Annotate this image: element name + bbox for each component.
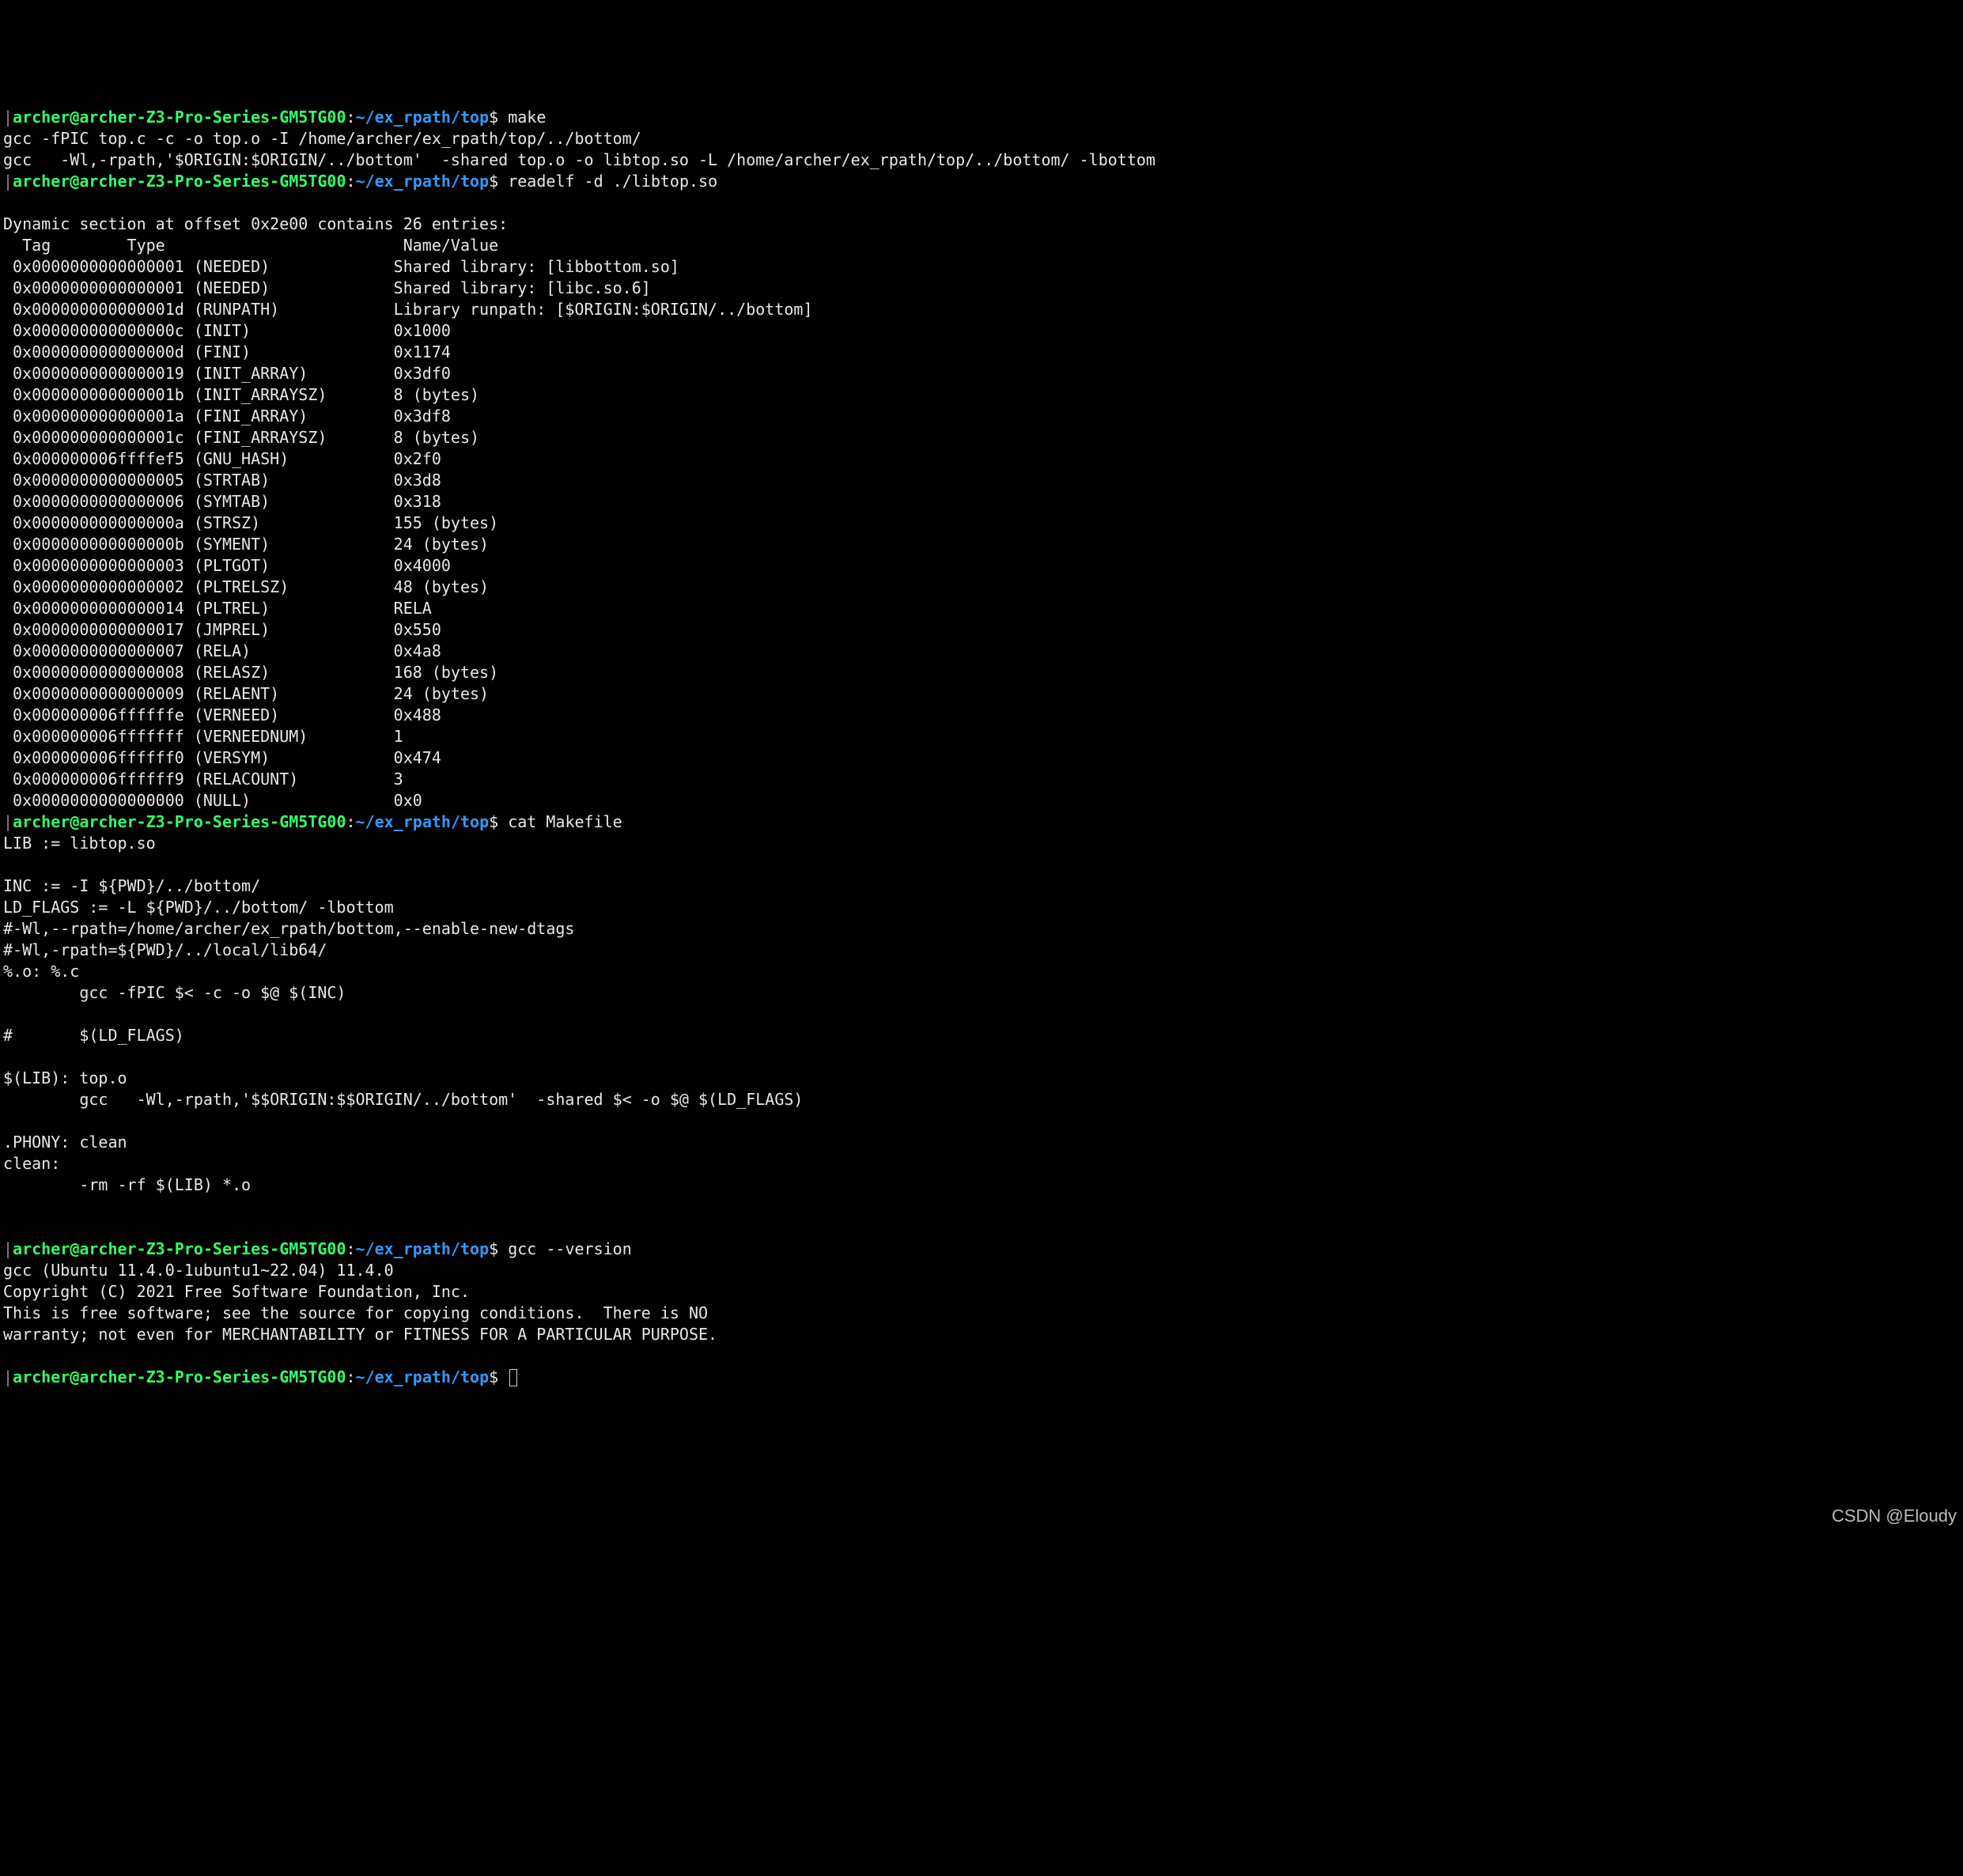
prompt-path: ~/ex_rpath/top [356, 172, 490, 191]
makefile-line: %.o: %.c [3, 962, 79, 981]
readelf-row: 0x0000000000000006 (SYMTAB) 0x318 [3, 492, 441, 511]
prompt-dollar: $ [489, 172, 498, 191]
prompt-sep: : [346, 1367, 355, 1386]
readelf-row: 0x000000006ffffff0 (VERSYM) 0x474 [3, 748, 441, 767]
cursor[interactable] [509, 1369, 517, 1386]
prompt-sep: : [346, 1239, 355, 1258]
readelf-row: 0x000000000000000d (FINI) 0x1174 [3, 342, 451, 361]
readelf-row: 0x000000006ffffff9 (RELACOUNT) 3 [3, 770, 403, 789]
readelf-row: 0x000000000000000c (INIT) 0x1000 [3, 321, 451, 340]
prompt-marker: | [3, 812, 13, 831]
readelf-columns: Tag Type Name/Value [3, 236, 498, 255]
prompt-path: ~/ex_rpath/top [356, 812, 490, 831]
gcc-version-line: Copyright (C) 2021 Free Software Foundat… [3, 1282, 470, 1301]
prompt-dollar: $ [489, 1367, 498, 1386]
prompt-path: ~/ex_rpath/top [356, 108, 490, 127]
readelf-row: 0x000000000000001c (FINI_ARRAYSZ) 8 (byt… [3, 428, 479, 447]
readelf-row: 0x000000006ffffef5 (GNU_HASH) 0x2f0 [3, 449, 441, 468]
prompt-marker: | [3, 108, 13, 127]
makefile-line: gcc -fPIC $< -c -o $@ $(INC) [3, 983, 346, 1002]
readelf-row: 0x0000000000000005 (STRTAB) 0x3d8 [3, 471, 441, 490]
make-output-line1: gcc -fPIC top.c -c -o top.o -I /home/arc… [3, 129, 641, 148]
gcc-version-line: This is free software; see the source fo… [3, 1303, 708, 1322]
readelf-row: 0x000000000000000a (STRSZ) 155 (bytes) [3, 513, 498, 532]
makefile-line: LIB := libtop.so [3, 834, 156, 853]
makefile-line: #-Wl,--rpath=/home/archer/ex_rpath/botto… [3, 919, 574, 938]
command-make: make [508, 108, 546, 127]
readelf-row: 0x0000000000000008 (RELASZ) 168 (bytes) [3, 663, 498, 682]
makefile-line: $(LIB): top.o [3, 1068, 127, 1087]
makefile-line: clean: [3, 1154, 60, 1173]
readelf-row: 0x0000000000000007 (RELA) 0x4a8 [3, 641, 441, 660]
readelf-row: 0x0000000000000000 (NULL) 0x0 [3, 791, 422, 810]
readelf-header: Dynamic section at offset 0x2e00 contain… [3, 214, 508, 233]
readelf-row: 0x0000000000000019 (INIT_ARRAY) 0x3df0 [3, 364, 451, 383]
prompt-path: ~/ex_rpath/top [356, 1367, 490, 1386]
prompt-marker: | [3, 172, 13, 191]
readelf-row: 0x000000000000001b (INIT_ARRAYSZ) 8 (byt… [3, 385, 479, 404]
makefile-line: gcc -Wl,-rpath,'$$ORIGIN:$$ORIGIN/../bot… [3, 1090, 803, 1109]
make-output-line2: gcc -Wl,-rpath,'$ORIGIN:$ORIGIN/../botto… [3, 150, 1155, 169]
makefile-line: # $(LD_FLAGS) [3, 1026, 184, 1045]
command-gcc-version: gcc --version [508, 1239, 632, 1258]
prompt-sep: : [346, 812, 355, 831]
readelf-row: 0x000000000000000b (SYMENT) 24 (bytes) [3, 535, 489, 554]
makefile-line: #-Wl,-rpath=${PWD}/../local/lib64/ [3, 940, 327, 959]
prompt-marker: | [3, 1239, 13, 1258]
readelf-row: 0x0000000000000001 (NEEDED) Shared libra… [3, 257, 679, 276]
watermark: CSDN @Eloudy [1832, 1504, 1957, 1528]
readelf-row: 0x0000000000000009 (RELAENT) 24 (bytes) [3, 684, 489, 703]
prompt-sep: : [346, 108, 355, 127]
command-readelf: readelf -d ./libtop.so [508, 172, 717, 191]
makefile-line: .PHONY: clean [3, 1133, 127, 1152]
readelf-row: 0x000000000000001d (RUNPATH) Library run… [3, 300, 813, 319]
prompt-path: ~/ex_rpath/top [356, 1239, 490, 1258]
readelf-row: 0x0000000000000001 (NEEDED) Shared libra… [3, 278, 651, 297]
makefile-line: LD_FLAGS := -L ${PWD}/../bottom/ -lbotto… [3, 898, 394, 917]
prompt-dollar: $ [489, 812, 498, 831]
readelf-row: 0x000000006fffffff (VERNEEDNUM) 1 [3, 727, 403, 746]
prompt-user: archer@archer-Z3-Pro-Series-GM5TG00 [13, 172, 346, 191]
gcc-version-line: warranty; not even for MERCHANTABILITY o… [3, 1325, 717, 1344]
prompt-dollar: $ [489, 108, 498, 127]
readelf-row: 0x0000000000000002 (PLTRELSZ) 48 (bytes) [3, 577, 489, 596]
readelf-row: 0x000000006ffffffe (VERNEED) 0x488 [3, 705, 441, 724]
prompt-user: archer@archer-Z3-Pro-Series-GM5TG00 [13, 108, 346, 127]
command-cat-makefile: cat Makefile [508, 812, 622, 831]
prompt-dollar: $ [489, 1239, 498, 1258]
readelf-row: 0x0000000000000017 (JMPREL) 0x550 [3, 620, 441, 639]
readelf-row: 0x0000000000000003 (PLTGOT) 0x4000 [3, 556, 451, 575]
makefile-line: -rm -rf $(LIB) *.o [3, 1175, 251, 1194]
gcc-version-line: gcc (Ubuntu 11.4.0-1ubuntu1~22.04) 11.4.… [3, 1261, 394, 1280]
readelf-row: 0x000000000000001a (FINI_ARRAY) 0x3df8 [3, 407, 451, 426]
prompt-marker: | [3, 1367, 13, 1386]
prompt-user: archer@archer-Z3-Pro-Series-GM5TG00 [13, 812, 346, 831]
readelf-row: 0x0000000000000014 (PLTREL) RELA [3, 599, 432, 618]
prompt-user: archer@archer-Z3-Pro-Series-GM5TG00 [13, 1367, 346, 1386]
makefile-line: INC := -I ${PWD}/../bottom/ [3, 876, 260, 895]
prompt-user: archer@archer-Z3-Pro-Series-GM5TG00 [13, 1239, 346, 1258]
prompt-sep: : [346, 172, 355, 191]
terminal[interactable]: |archer@archer-Z3-Pro-Series-GM5TG00:~/e… [0, 85, 1963, 1388]
